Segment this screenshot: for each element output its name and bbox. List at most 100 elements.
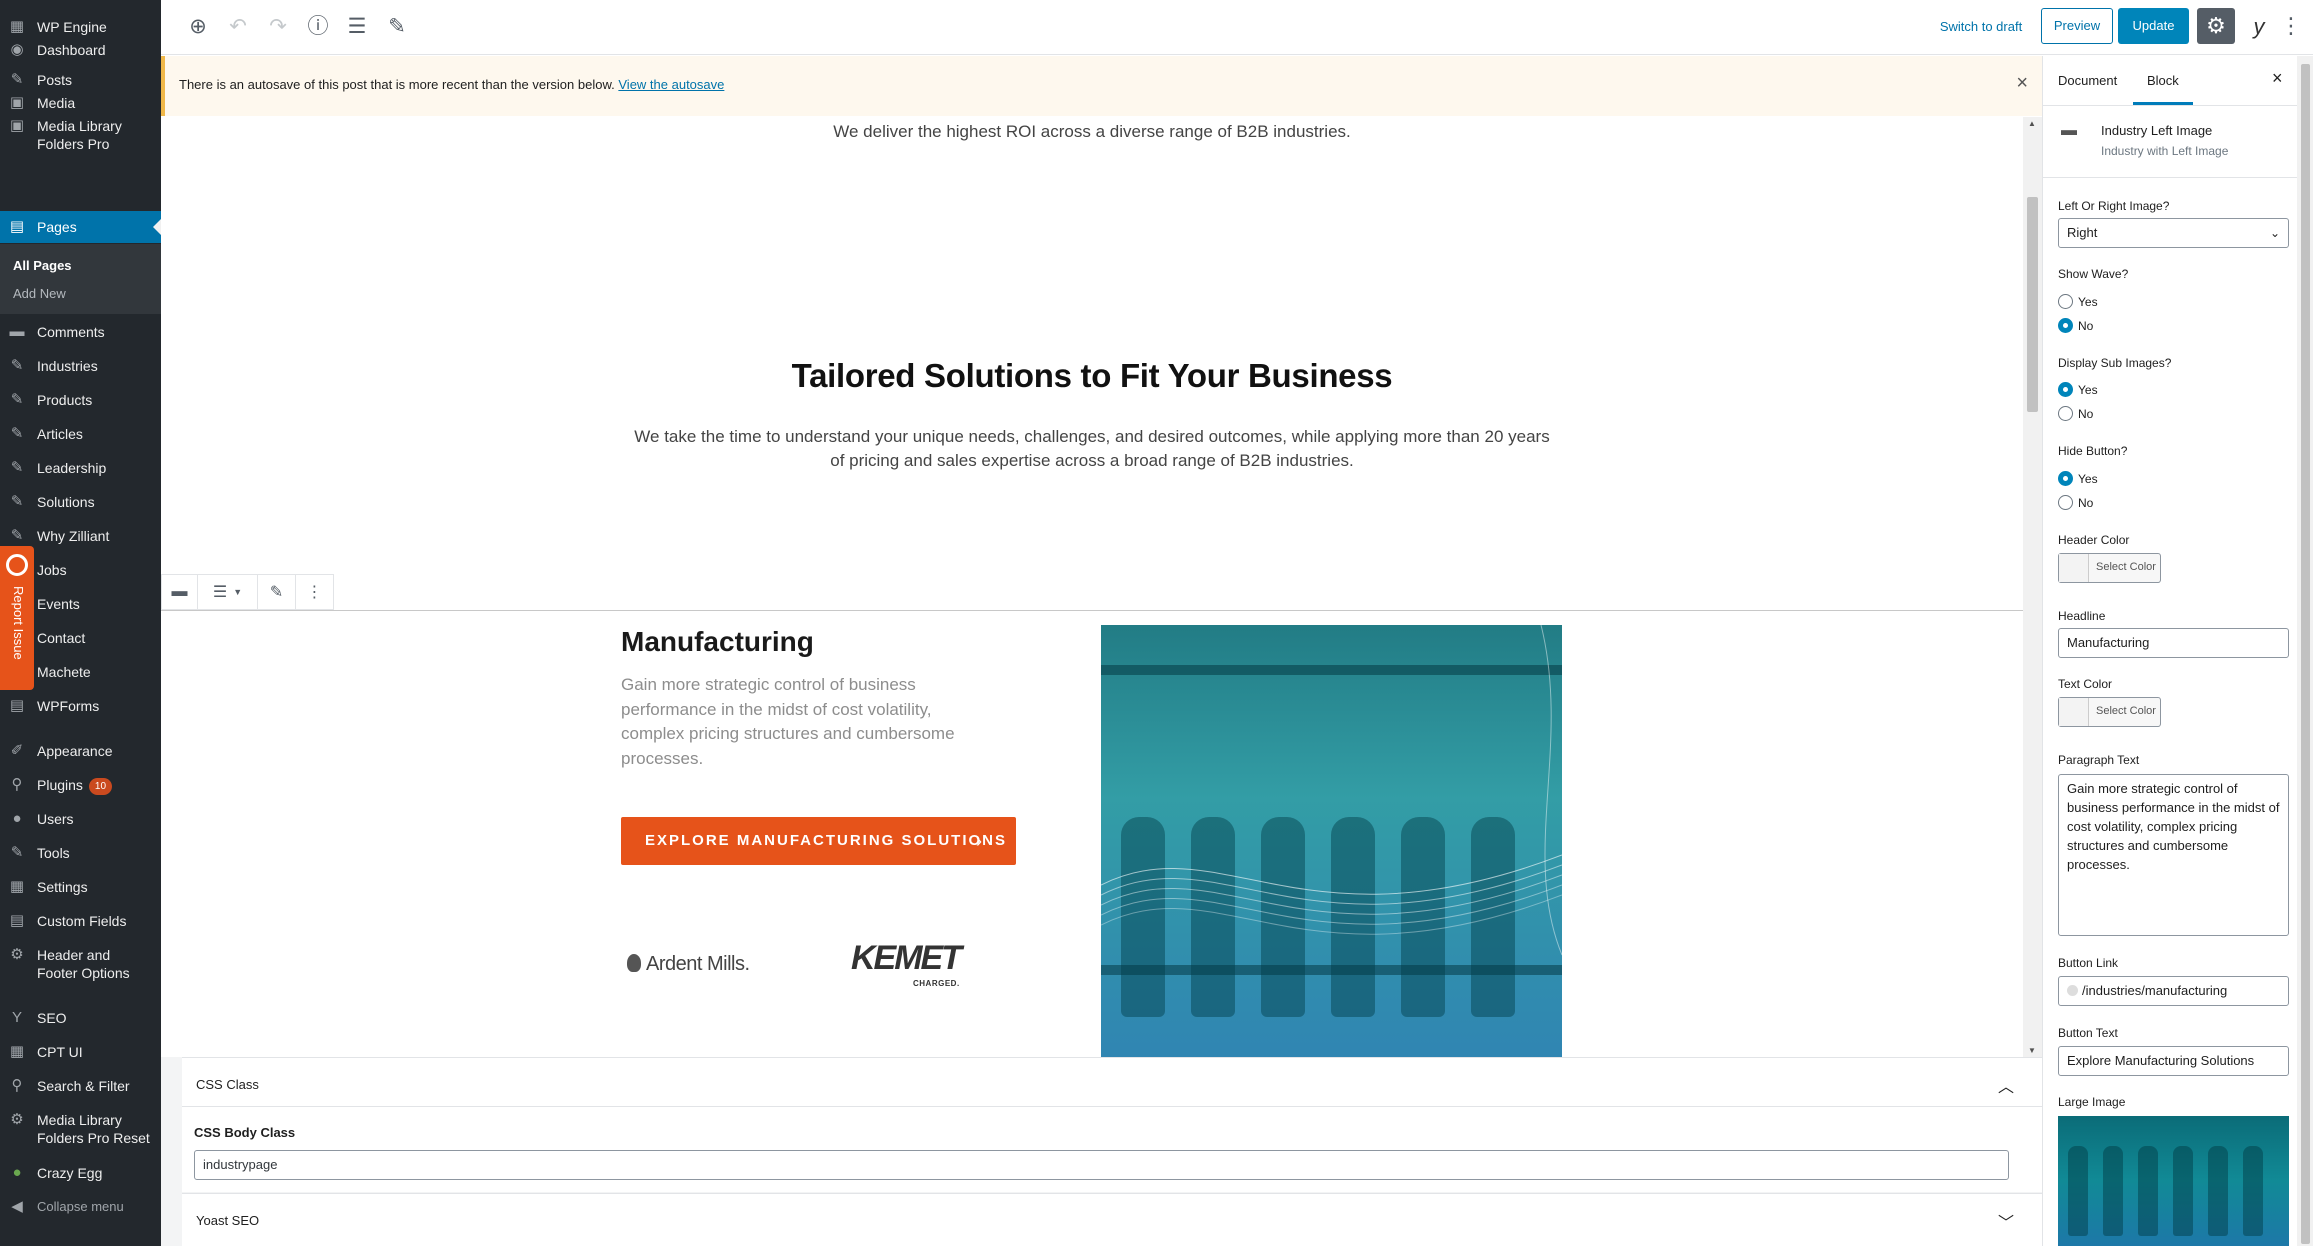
menu-item-custom-fields[interactable]: ▤ Custom Fields bbox=[0, 912, 161, 930]
hide-button-yes[interactable]: Yes bbox=[2058, 471, 2098, 486]
wrench-icon: ✎ bbox=[10, 844, 24, 861]
left-right-select[interactable]: Right ⌄ bbox=[2058, 218, 2289, 248]
more-options-icon[interactable]: ⋮ bbox=[2279, 10, 2303, 44]
admin-sidebar: ▦ WP Engine ◉ Dashboard ✎ Posts ▣ Media ▣ Med… bbox=[0, 0, 161, 1246]
kemet-logo: KEMET CHARGED. bbox=[851, 939, 962, 988]
canvas-scrollbar[interactable]: ▲ ▼ bbox=[2023, 117, 2042, 1057]
menu-item-dashboard[interactable]: ◉ Dashboard bbox=[0, 41, 161, 59]
menu-item-media[interactable]: ▣ Media bbox=[0, 94, 161, 112]
industry-headline: Manufacturing bbox=[621, 626, 814, 657]
large-image-label: Large Image bbox=[2058, 1095, 2126, 1109]
report-issue-tab[interactable]: Report Issue bbox=[0, 546, 34, 690]
align-dropdown[interactable]: ☰ ▼ bbox=[198, 575, 258, 609]
menu-item-articles[interactable]: ✎ Articles bbox=[0, 425, 161, 443]
sidebar-scrollbar[interactable] bbox=[2297, 56, 2313, 1246]
hide-button-no[interactable]: No bbox=[2058, 495, 2093, 510]
edit-icon[interactable]: ✎ bbox=[384, 14, 410, 40]
scroll-up-icon[interactable]: ▲ bbox=[2028, 119, 2036, 128]
header-color-button[interactable]: Select Color bbox=[2058, 553, 2161, 583]
pin-icon: ✎ bbox=[10, 391, 24, 408]
header-color-label: Header Color bbox=[2058, 533, 2130, 547]
large-image-thumbnail[interactable] bbox=[2058, 1116, 2289, 1246]
chevron-up-icon[interactable]: ︿ bbox=[1998, 1073, 2014, 1097]
pin-icon: ✎ bbox=[10, 425, 24, 442]
scroll-down-icon[interactable]: ▼ bbox=[2028, 1046, 2036, 1055]
show-wave-yes[interactable]: Yes bbox=[2058, 294, 2098, 309]
dashboard-icon: ▦ bbox=[9, 18, 25, 35]
block-more-icon[interactable]: ⋮ bbox=[296, 575, 333, 609]
menu-item-search-filter[interactable]: ⚲ Search & Filter bbox=[0, 1077, 161, 1095]
block-type-icon[interactable]: ▬ bbox=[162, 575, 198, 609]
menu-item-why-zilliant[interactable]: ✎ Why Zilliant bbox=[0, 527, 161, 545]
tab-document[interactable]: Document bbox=[2058, 73, 2117, 88]
menu-item-solutions[interactable]: ✎ Solutions bbox=[0, 493, 161, 511]
menu-item-collapse[interactable]: ◀ Collapse menu bbox=[0, 1198, 161, 1216]
menu-item-tools[interactable]: ✎ Tools bbox=[0, 844, 161, 862]
css-class-title[interactable]: CSS Class bbox=[196, 1077, 259, 1092]
view-autosave-link[interactable]: View the autosave bbox=[618, 77, 724, 92]
headline-input[interactable]: Manufacturing bbox=[2058, 628, 2289, 658]
submenu-add-new[interactable]: Add New bbox=[13, 286, 66, 301]
industry-image[interactable] bbox=[1101, 625, 1562, 1057]
close-icon[interactable]: × bbox=[2272, 68, 2283, 89]
button-text-input[interactable]: Explore Manufacturing Solutions bbox=[2058, 1046, 2289, 1076]
menu-item-settings[interactable]: ▦ Settings bbox=[0, 878, 161, 896]
switch-to-draft-button[interactable]: Switch to draft bbox=[1931, 15, 2031, 39]
add-block-icon[interactable]: ⊕ bbox=[185, 14, 211, 40]
menu-item-plugins[interactable]: ⚲ Plugins 10 bbox=[0, 776, 161, 795]
menu-item-industries[interactable]: ✎ Industries bbox=[0, 357, 161, 375]
block-title: Industry Left Image bbox=[2101, 123, 2213, 138]
button-link-label: Button Link bbox=[2058, 956, 2119, 970]
yoast-seo-panel: Yoast SEO ﹀ bbox=[182, 1193, 2042, 1246]
menu-item-users[interactable]: ● Users bbox=[0, 810, 161, 828]
text-color-button[interactable]: Select Color bbox=[2058, 697, 2161, 727]
display-sub-no[interactable]: No bbox=[2058, 406, 2093, 421]
outline-icon[interactable]: ☰ bbox=[344, 14, 370, 40]
menu-item-seo[interactable]: Y SEO bbox=[0, 1009, 161, 1027]
yoast-icon[interactable]: y bbox=[2244, 10, 2274, 44]
redo-icon[interactable]: ↷ bbox=[265, 14, 291, 40]
left-right-label: Left Or Right Image? bbox=[2058, 199, 2170, 213]
submenu-all-pages[interactable]: All Pages bbox=[13, 258, 72, 273]
wave-lines bbox=[1101, 625, 1562, 956]
settings-icon: ▦ bbox=[9, 878, 25, 895]
yoast-seo-title[interactable]: Yoast SEO bbox=[196, 1213, 259, 1228]
show-wave-no[interactable]: No bbox=[2058, 318, 2093, 333]
pin-icon: ✎ bbox=[10, 71, 24, 88]
close-icon[interactable]: × bbox=[2016, 72, 2028, 95]
chevron-down-icon[interactable]: ﹀ bbox=[1998, 1209, 2014, 1233]
paragraph-textarea[interactable]: Gain more strategic control of business … bbox=[2058, 774, 2289, 936]
menu-item-wpforms[interactable]: ▤ WPForms bbox=[0, 697, 161, 715]
menu-item-pages[interactable]: ▤ Pages bbox=[0, 211, 161, 243]
menu-item-appearance[interactable]: ✐ Appearance bbox=[0, 742, 161, 760]
menu-item-cpt-ui[interactable]: ▦ CPT UI bbox=[0, 1043, 161, 1061]
menu-item-site[interactable]: ▦ WP Engine bbox=[0, 18, 161, 36]
menu-item-comments[interactable]: ▬ Comments bbox=[0, 323, 161, 341]
settings-gear-button[interactable]: ⚙ bbox=[2197, 8, 2235, 44]
color-swatch bbox=[2059, 698, 2089, 726]
menu-item-media-library-folders[interactable]: ▣ Media Library Folders Pro bbox=[0, 117, 161, 153]
menu-item-mlf-reset[interactable]: ⚙ Media Library Folders Pro Reset bbox=[0, 1111, 161, 1147]
preview-button[interactable]: Preview bbox=[2041, 8, 2113, 44]
menu-item-leadership[interactable]: ✎ Leadership bbox=[0, 459, 161, 477]
info-icon[interactable]: ⓘ bbox=[305, 14, 331, 40]
update-button[interactable]: Update bbox=[2118, 8, 2189, 44]
menu-item-crazy-egg[interactable]: ● Crazy Egg bbox=[0, 1164, 161, 1182]
block-card: ▬ Industry Left Image Industry with Left… bbox=[2043, 106, 2313, 178]
menu-item-products[interactable]: ✎ Products bbox=[0, 391, 161, 409]
button-link-input[interactable]: /industries/manufacturing bbox=[2058, 976, 2289, 1006]
scroll-thumb[interactable] bbox=[2027, 197, 2038, 412]
block-toolbar: ▬ ☰ ▼ ✎ ⋮ bbox=[161, 574, 334, 610]
undo-icon[interactable]: ↶ bbox=[225, 14, 251, 40]
menu-item-posts[interactable]: ✎ Posts bbox=[0, 71, 161, 89]
menu-item-header-footer[interactable]: ⚙ Header and Footer Options bbox=[0, 946, 161, 982]
chevron-right-icon: › bbox=[976, 831, 982, 851]
pin-icon: ✎ bbox=[10, 357, 24, 374]
edit-pencil-icon[interactable]: ✎ bbox=[258, 575, 296, 609]
explore-button[interactable]: EXPLORE MANUFACTURING SOLUTIONS › bbox=[621, 817, 1016, 865]
editor-canvas: We deliver the highest ROI across a dive… bbox=[161, 117, 2023, 1057]
display-sub-yes[interactable]: Yes bbox=[2058, 382, 2098, 397]
tab-block[interactable]: Block bbox=[2133, 73, 2193, 105]
scroll-thumb[interactable] bbox=[2301, 64, 2310, 1244]
css-body-class-input[interactable]: industrypage bbox=[194, 1150, 2009, 1180]
